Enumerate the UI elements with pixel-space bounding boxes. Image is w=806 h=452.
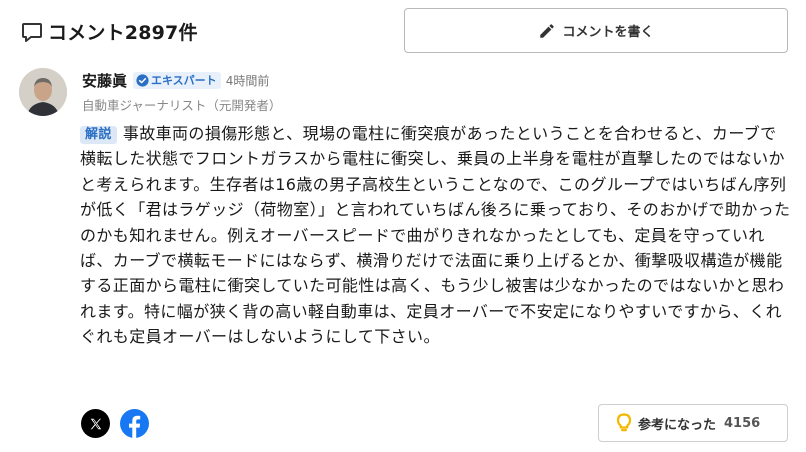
commentary-label: 解説 bbox=[80, 126, 117, 144]
share-buttons bbox=[81, 409, 149, 438]
lightbulb-icon bbox=[616, 413, 632, 432]
check-badge-icon bbox=[136, 73, 149, 87]
author-name[interactable]: 安藤眞 bbox=[82, 70, 127, 91]
share-facebook-button[interactable] bbox=[120, 409, 149, 438]
comment-count-title: コメント2897件 bbox=[48, 22, 198, 44]
comment-timestamp: 4時間前 bbox=[225, 73, 270, 88]
expert-badge: エキスパート bbox=[133, 71, 221, 89]
helpful-button[interactable]: 参考になった 4156 bbox=[598, 404, 788, 442]
speech-bubble-icon bbox=[20, 20, 44, 44]
write-comment-button[interactable]: コメントを書く bbox=[404, 8, 788, 53]
write-comment-label: コメントを書く bbox=[562, 25, 654, 40]
pencil-icon bbox=[540, 23, 555, 38]
author-title: 自動車ジャーナリスト（元開発者） bbox=[82, 98, 282, 113]
comments-header: コメント2897件 コメントを書く bbox=[20, 8, 790, 54]
expert-badge-label: エキスパート bbox=[151, 74, 217, 87]
facebook-logo-icon bbox=[129, 415, 141, 438]
comment-meta: 安藤眞 エキスパート 4時間前 自動車ジャーナリスト（元開発者） bbox=[82, 70, 281, 114]
share-x-button[interactable] bbox=[81, 409, 110, 438]
x-logo-icon bbox=[90, 418, 101, 429]
comments-title: コメント2897件 bbox=[20, 18, 198, 45]
helpful-count: 4156 bbox=[724, 415, 761, 431]
comment-text: 事故車両の損傷形態と、現場の電柱に衝突痕があったということを合わせると、カーブで… bbox=[80, 124, 791, 347]
helpful-label: 参考になった bbox=[638, 417, 717, 433]
comment-body: 解説 事故車両の損傷形態と、現場の電柱に衝突痕があったということを合わせると、カー… bbox=[80, 121, 792, 350]
author-avatar[interactable] bbox=[19, 68, 67, 116]
